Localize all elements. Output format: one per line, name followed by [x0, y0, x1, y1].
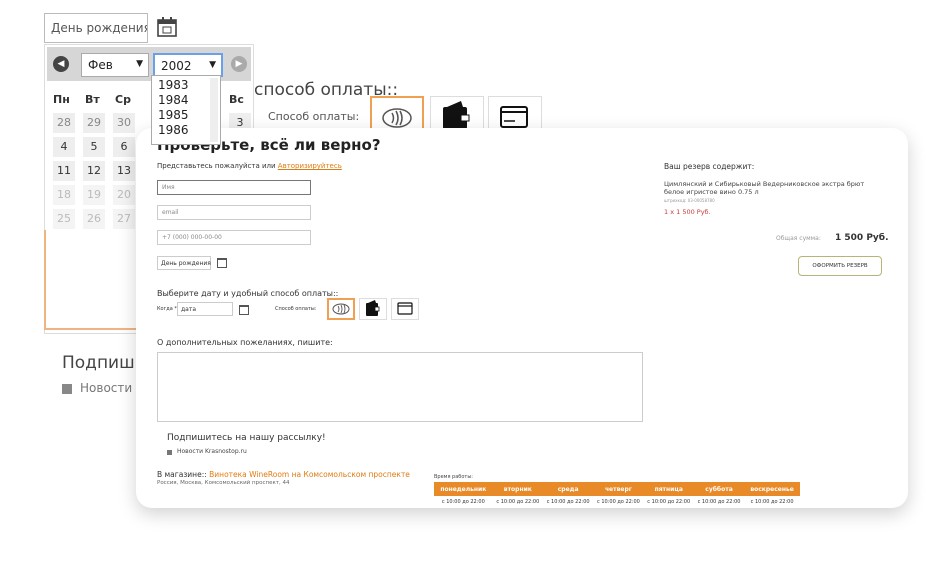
hours-value: с 10:00 до 22:00	[492, 496, 543, 508]
weekday-label: Вт	[85, 93, 100, 106]
hours-day: четверг	[593, 482, 644, 496]
birthday-field-bg[interactable]: День рождения	[44, 13, 148, 43]
month-select[interactable]: Фев ▼	[81, 53, 149, 77]
reserve-button[interactable]: ОФОРМИТЬ РЕЗЕРВ	[798, 256, 882, 276]
store-address: Россия, Москва, Комсомольский проспект, …	[157, 480, 290, 486]
day-cell[interactable]: 20	[113, 185, 135, 205]
day-cell[interactable]: 28	[53, 113, 75, 133]
hours-value: с 10:00 до 22:00	[593, 496, 644, 508]
year-option[interactable]: 1986	[158, 123, 214, 138]
hours-value: с 10:00 до 22:00	[693, 496, 745, 508]
subscribe-heading-bg: Подпиш	[62, 353, 135, 373]
total-value: 1 500 Руб.	[835, 233, 889, 243]
day-cell[interactable]: 26	[83, 209, 105, 229]
when-label: Когда *	[157, 306, 177, 312]
year-select-value: 2002	[161, 59, 192, 73]
day-cell[interactable]: 30	[113, 113, 135, 133]
hours-value: с 10:00 до 22:00	[744, 496, 800, 508]
wishes-textarea[interactable]	[157, 352, 643, 422]
month-select-value: Фев	[88, 58, 113, 72]
day-cell[interactable]: 25	[53, 209, 75, 229]
hours-value: с 10:00 до 22:00	[434, 496, 493, 508]
store-line: В магазине:: Винотека WineRoom на Комсом…	[157, 470, 410, 479]
name-input[interactable]: Имя	[157, 180, 311, 195]
hours-header-row: понедельник вторник среда четверг пятниц…	[434, 482, 800, 496]
day-cell[interactable]: 4	[53, 137, 75, 157]
day-cell[interactable]: 29	[83, 113, 105, 133]
day-cell[interactable]: 6	[113, 137, 135, 157]
phone-input[interactable]: +7 (000) 000-00-00	[157, 230, 311, 245]
reservation-item-price: 1 x 1 500 Руб.	[664, 208, 711, 216]
date-input[interactable]: дата	[177, 302, 233, 316]
credit-card-icon	[397, 302, 413, 315]
contactless-card-icon	[332, 303, 350, 315]
birthday-input[interactable]: День рождения	[157, 256, 211, 270]
total-label: Общая сумма:	[776, 235, 821, 242]
year-select[interactable]: 2002 ▼	[153, 53, 223, 77]
intro-label: Представьтесь пожалуйста или	[157, 162, 276, 170]
day-cell[interactable]: 19	[83, 185, 105, 205]
calendar-icon[interactable]	[239, 305, 249, 315]
calendar-icon[interactable]	[156, 16, 178, 38]
calendar-icon[interactable]	[217, 258, 227, 268]
subscribe-checkbox[interactable]	[167, 450, 172, 455]
year-list-scrollbar[interactable]	[210, 78, 218, 142]
weekday-label: Пн	[53, 93, 70, 106]
reservation-title: Ваш резерв содержит:	[664, 162, 755, 171]
hours-day: воскресенье	[744, 482, 800, 496]
year-option[interactable]: 1983	[158, 78, 214, 93]
chevron-down-icon: ▼	[136, 59, 143, 69]
year-option[interactable]: 1985	[158, 108, 214, 123]
reservation-item-name: Цимлянский и Сибирьковый Ведерниковское …	[664, 180, 865, 196]
weekday-label: Вс	[229, 93, 244, 106]
hours-values-row: с 10:00 до 22:00 с 10:00 до 22:00 с 10:0…	[434, 496, 800, 508]
reservation-item-code: штрихкод: 03-00058780	[664, 198, 715, 203]
wallet-icon	[366, 300, 380, 316]
store-prefix: В магазине::	[157, 470, 207, 479]
payment-label-bg: Способ оплаты:	[268, 110, 360, 123]
day-cell[interactable]: 13	[113, 161, 135, 181]
subscribe-title: Подпишитесь на нашу рассылку!	[167, 433, 326, 443]
login-link[interactable]: Авторизируйтесь	[278, 162, 342, 170]
day-cell[interactable]: 12	[83, 161, 105, 181]
hours-day: вторник	[492, 482, 543, 496]
hours-day: суббота	[693, 482, 745, 496]
next-month-icon[interactable]: ▶	[231, 56, 247, 72]
subscribe-news-label-bg: Новости	[80, 381, 133, 395]
hours-label: Время работы:	[434, 474, 473, 480]
chevron-down-icon: ▼	[209, 60, 216, 70]
hours-table: понедельник вторник среда четверг пятниц…	[434, 482, 800, 508]
checkout-card: Проверьте, всё ли верно? Представьтесь п…	[136, 128, 908, 508]
day-cell[interactable]: 27	[113, 209, 135, 229]
email-input[interactable]: email	[157, 205, 311, 220]
day-cell[interactable]: 11	[53, 161, 75, 181]
wishes-label: О дополнительных пожеланиях, пишите:	[157, 338, 333, 347]
prev-month-icon[interactable]: ◀	[53, 56, 69, 72]
card-pay-option[interactable]	[391, 298, 419, 320]
hours-day: пятница	[643, 482, 694, 496]
weekday-label: Ср	[115, 93, 131, 106]
day-cell[interactable]: 5	[83, 137, 105, 157]
year-dropdown-list[interactable]: 1983 1984 1985 1986	[151, 75, 221, 145]
cash-pay-option[interactable]	[359, 298, 387, 320]
intro-text: Представьтесь пожалуйста или Авторизируй…	[157, 162, 342, 170]
store-link[interactable]: Винотека WineRoom на Комсомольском просп…	[209, 470, 410, 479]
date-payment-heading: Выберите дату и удобный способ оплаты::	[157, 289, 339, 298]
day-cell[interactable]: 18	[53, 185, 75, 205]
subscribe-checkbox-bg[interactable]	[62, 384, 72, 394]
contactless-pay-option[interactable]	[327, 298, 355, 320]
hours-day: среда	[542, 482, 594, 496]
hours-value: с 10:00 до 22:00	[643, 496, 694, 508]
payment-label: Способ оплаты:	[275, 306, 317, 312]
subscribe-news-label: Новости Krasnostop.ru	[177, 448, 247, 455]
year-option[interactable]: 1984	[158, 93, 214, 108]
hours-value: с 10:00 до 22:00	[542, 496, 594, 508]
hours-day: понедельник	[434, 482, 493, 496]
